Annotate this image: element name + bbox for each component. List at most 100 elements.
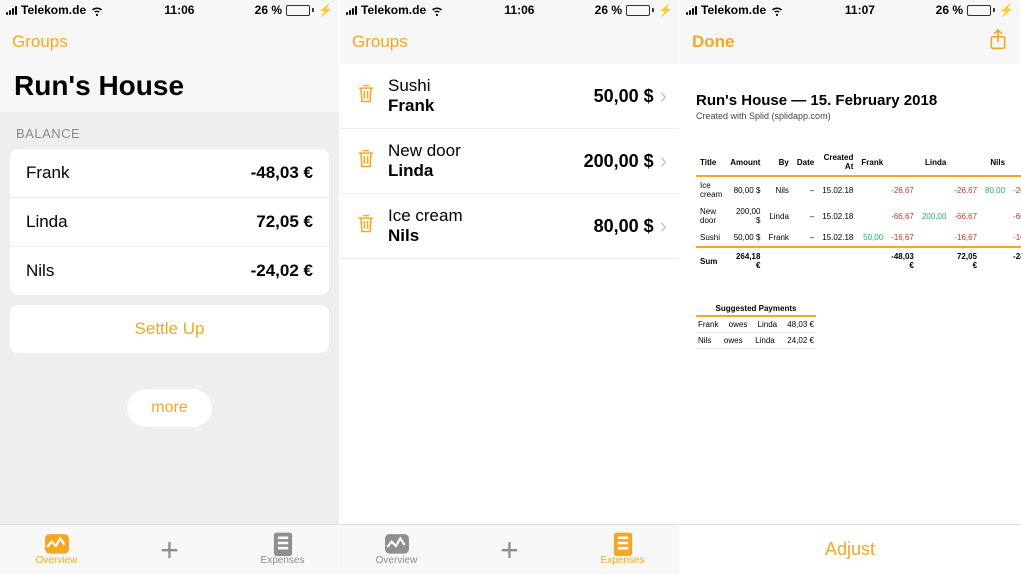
signal-icon <box>6 5 17 15</box>
tab-overview[interactable]: Overview <box>0 525 113 574</box>
status-bar: Telekom.de 11:07 26 % ⚡ <box>680 0 1020 20</box>
battery-icon <box>626 5 654 16</box>
balance-amount: -24,02 € <box>251 261 313 281</box>
report-subtitle: Created with Splid (splidapp.com) <box>696 111 1004 121</box>
expense-title: Sushi <box>388 76 594 96</box>
th: By <box>764 149 792 176</box>
wifi-icon <box>90 5 104 15</box>
report-table: Title Amount By Date Created At Frank Li… <box>696 149 1021 274</box>
expense-row[interactable]: Ice cream Nils 80,00 $ › <box>340 194 679 259</box>
trash-icon[interactable] <box>348 213 384 240</box>
th: Title <box>696 149 726 176</box>
th: Frank <box>857 149 887 176</box>
expense-row[interactable]: Sushi Frank 50,00 $ › <box>340 64 679 129</box>
tab-label: Overview <box>376 555 418 566</box>
back-button[interactable]: Groups <box>12 32 68 52</box>
battery-pct: 26 % <box>595 3 622 17</box>
tab-add[interactable]: + <box>113 525 226 574</box>
clock: 11:06 <box>164 3 194 17</box>
table-row: Ice cream 80,00 $ Nils – 15.02.18 -26,67… <box>696 176 1021 203</box>
expense-amount: 200,00 $ <box>584 151 654 172</box>
page-title: Run's House <box>0 64 339 112</box>
clock: 11:07 <box>845 3 875 17</box>
suggested-payments: Suggested Payments Frank owes Linda 48,0… <box>696 302 816 349</box>
suggested-row: Nils owes Linda 24,02 € <box>696 333 816 349</box>
trash-icon[interactable] <box>348 83 384 110</box>
signal-icon <box>686 5 697 15</box>
charging-icon: ⚡ <box>318 3 333 17</box>
tab-add[interactable]: + <box>453 525 566 574</box>
table-row: New door 200,00 $ Linda – 15.02.18 -66,6… <box>696 203 1021 229</box>
tab-expenses[interactable]: Expenses <box>566 525 679 574</box>
balance-amount: -48,03 € <box>251 163 313 183</box>
wifi-icon <box>770 5 784 15</box>
tab-bar: Overview + Expenses <box>340 524 679 574</box>
balance-row[interactable]: Nils -24,02 € <box>10 247 329 295</box>
expense-payer: Linda <box>388 161 584 181</box>
settle-up-button[interactable]: Settle Up <box>10 305 329 353</box>
tab-bar: Overview + Expenses <box>0 524 339 574</box>
trash-icon[interactable] <box>348 148 384 175</box>
adjust-button[interactable]: Adjust <box>680 524 1020 574</box>
carrier-label: Telekom.de <box>21 3 86 17</box>
expense-payer: Frank <box>388 96 594 116</box>
status-bar: Telekom.de 11:06 26 % ⚡ <box>0 0 339 20</box>
expenses-icon <box>270 533 296 555</box>
battery-pct: 26 % <box>255 3 282 17</box>
expense-amount: 50,00 $ <box>594 86 654 107</box>
th: Linda <box>918 149 950 176</box>
tab-label: Overview <box>36 555 78 566</box>
table-sum-row: Sum 264,18 € -48,03 € 72,05 € -24,02 € <box>696 247 1021 274</box>
chevron-right-icon: › <box>660 213 667 239</box>
battery-icon <box>967 5 995 16</box>
balance-name: Nils <box>26 261 54 281</box>
tab-label: Expenses <box>261 555 305 566</box>
expense-payer: Nils <box>388 226 594 246</box>
tab-label: Expenses <box>601 555 645 566</box>
status-bar: Telekom.de 11:06 26 % ⚡ <box>340 0 679 20</box>
overview-icon <box>44 533 70 555</box>
chevron-right-icon: › <box>660 148 667 174</box>
done-button[interactable]: Done <box>692 32 735 52</box>
balance-header: BALANCE <box>0 112 339 149</box>
wifi-icon <box>430 5 444 15</box>
balance-amount: 72,05 € <box>256 212 313 232</box>
suggested-row: Frank owes Linda 48,03 € <box>696 317 816 333</box>
th: Amount <box>726 149 764 176</box>
signal-icon <box>346 5 357 15</box>
battery-pct: 26 % <box>936 3 963 17</box>
plus-icon: + <box>160 539 179 561</box>
charging-icon: ⚡ <box>658 3 673 17</box>
expense-title: Ice cream <box>388 206 594 226</box>
nav-bar: Groups <box>0 20 339 64</box>
nav-bar: Groups <box>340 20 679 64</box>
expense-title: New door <box>388 141 584 161</box>
overview-icon <box>384 533 410 555</box>
report-title: Run's House — 15. February 2018 <box>696 92 1004 109</box>
plus-icon: + <box>500 539 519 561</box>
carrier-label: Telekom.de <box>361 3 426 17</box>
table-row: Sushi 50,00 $ Frank – 15.02.18 50,00-16,… <box>696 229 1021 247</box>
balance-name: Linda <box>26 212 68 232</box>
chevron-right-icon: › <box>660 83 667 109</box>
more-button[interactable]: more <box>127 389 211 427</box>
expense-amount: 80,00 $ <box>594 216 654 237</box>
th: Date <box>793 149 818 176</box>
share-icon[interactable] <box>988 28 1008 57</box>
expense-row[interactable]: New door Linda 200,00 $ › <box>340 129 679 194</box>
expenses-icon <box>610 533 636 555</box>
back-button[interactable]: Groups <box>352 32 408 52</box>
balance-name: Frank <box>26 163 69 183</box>
charging-icon: ⚡ <box>999 3 1014 17</box>
balance-row[interactable]: Linda 72,05 € <box>10 198 329 247</box>
clock: 11:06 <box>504 3 534 17</box>
battery-icon <box>286 5 314 16</box>
nav-bar: Done <box>680 20 1020 64</box>
th: Nils <box>981 149 1009 176</box>
th: Created At <box>818 149 857 176</box>
suggested-title: Suggested Payments <box>696 302 816 317</box>
carrier-label: Telekom.de <box>701 3 766 17</box>
balance-row[interactable]: Frank -48,03 € <box>10 149 329 198</box>
tab-overview[interactable]: Overview <box>340 525 453 574</box>
tab-expenses[interactable]: Expenses <box>226 525 339 574</box>
